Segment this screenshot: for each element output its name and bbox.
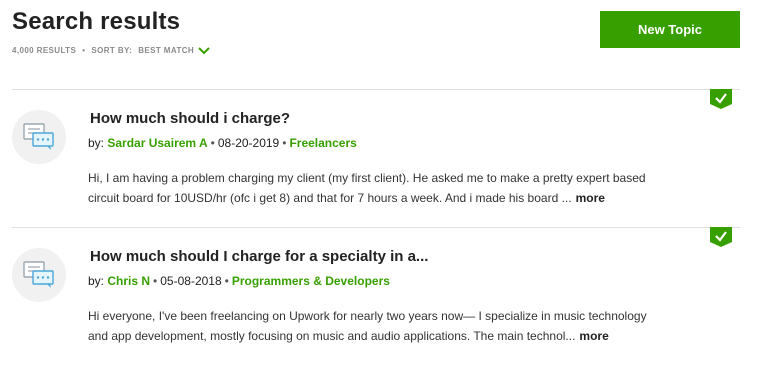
result-title-link[interactable]: How much should i charge? — [90, 110, 290, 127]
snippet-line: and app development, mostly focusing on … — [88, 329, 576, 343]
sort-value: BEST MATCH — [138, 46, 195, 55]
result-byline: by: Sardar Usairem A • 08-20-2019 • Freelanc… — [88, 136, 357, 150]
search-result: How much should i charge? by: Sardar Usa… — [12, 89, 740, 228]
sort-label: SORT BY: — [91, 46, 133, 55]
chevron-down-icon — [198, 46, 210, 54]
snippet-line: Hi, I am having a problem charging my cl… — [88, 171, 646, 185]
check-badge-icon — [710, 227, 732, 247]
search-result: How much should I charge for a specialty… — [12, 227, 740, 366]
bullet-separator: • — [224, 274, 229, 288]
results-count: 4,000 RESULTS — [12, 46, 77, 55]
result-title-link[interactable]: How much should I charge for a specialty… — [90, 248, 428, 265]
more-link[interactable]: more — [576, 191, 605, 205]
bullet-separator: • — [282, 136, 287, 150]
post-date: 05-08-2018 — [160, 274, 222, 288]
result-title-rest: for a specialty in a... — [285, 248, 429, 265]
by-label: by: — [88, 136, 105, 150]
sort-dropdown[interactable]: BEST MATCH — [138, 46, 210, 55]
results-header: Search results 4,000 RESULTS • SORT BY: … — [12, 6, 752, 66]
result-snippet: Hi, I am having a problem charging my cl… — [88, 168, 738, 208]
result-title-match: How much should i charge? — [90, 110, 291, 127]
snippet-line: circuit board for 10USD/hr (ofc i get 8)… — [88, 191, 572, 205]
result-snippet: Hi everyone, I've been freelancing on Up… — [88, 306, 738, 346]
forum-link[interactable]: Programmers & Developers — [232, 274, 390, 288]
bullet-separator: • — [210, 136, 215, 150]
by-label: by: — [88, 274, 105, 288]
forum-link[interactable]: Freelancers — [289, 136, 356, 150]
chat-bubbles-icon — [23, 261, 54, 288]
more-link[interactable]: more — [579, 329, 608, 343]
discussion-avatar — [12, 248, 66, 302]
results-meta: 4,000 RESULTS • SORT BY: BEST MATCH — [12, 46, 210, 55]
chat-bubbles-icon — [23, 123, 54, 150]
bullet-separator: • — [153, 274, 158, 288]
author-link[interactable]: Sardar Usairem A — [107, 136, 207, 150]
new-topic-button[interactable]: New Topic — [600, 11, 740, 48]
snippet-line: Hi everyone, I've been freelancing on Up… — [88, 309, 647, 323]
result-byline: by: Chris N • 05-08-2018 • Programmers & Dev… — [88, 274, 390, 288]
result-title-match: How much should I charge — [90, 248, 281, 265]
page-title: Search results — [12, 8, 181, 35]
post-date: 08-20-2019 — [217, 136, 280, 150]
meta-separator: • — [82, 46, 86, 55]
discussion-avatar — [12, 110, 66, 164]
check-badge-icon — [710, 89, 732, 109]
author-link[interactable]: Chris N — [107, 274, 150, 288]
